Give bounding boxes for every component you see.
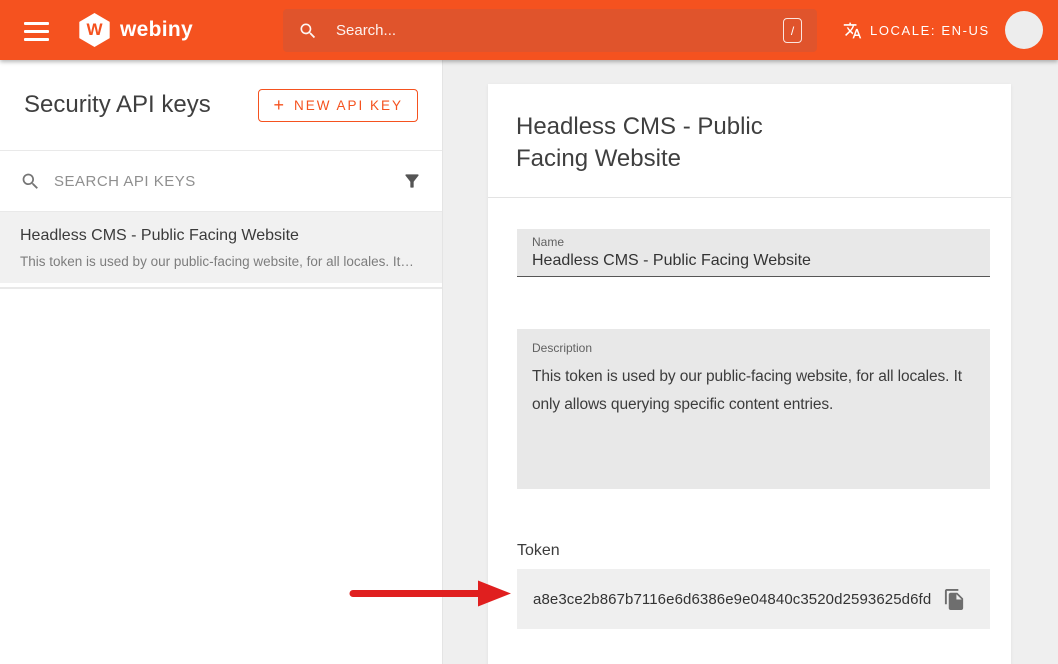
slash-shortcut-badge: / (783, 18, 802, 43)
global-search-input[interactable] (336, 22, 783, 39)
global-search-bar: / (283, 9, 817, 52)
token-box: a8e3ce2b867b7116e6d6386e9e04840c3520d259… (517, 569, 990, 629)
copy-token-button[interactable] (943, 588, 966, 611)
api-key-title: Headless CMS - Public Facing Website (516, 111, 780, 175)
form-card-header: Headless CMS - Public Facing Website (488, 84, 1011, 197)
webiny-logo-text: webiny (120, 18, 193, 42)
api-keys-search-bar (0, 151, 442, 212)
locale-selector[interactable]: LOCALE: EN-US (843, 0, 990, 60)
name-field-label: Name (532, 235, 975, 249)
api-key-detail-panel: Headless CMS - Public Facing Website Nam… (443, 60, 1058, 664)
api-keys-search-input[interactable] (54, 173, 389, 190)
locale-label: LOCALE: EN-US (870, 23, 990, 38)
token-label: Token (517, 541, 990, 561)
list-panel-header: Security API keys + NEW API KEY (0, 60, 442, 151)
api-keys-list-panel: Security API keys + NEW API KEY H (0, 60, 443, 664)
api-key-item-title: Headless CMS - Public Facing Website (20, 227, 422, 245)
webiny-hexagon-icon: W (78, 13, 111, 47)
new-api-key-button[interactable]: + NEW API KEY (258, 89, 418, 122)
hamburger-menu-icon[interactable] (24, 22, 49, 41)
webiny-admin-screen: W webiny / LOCALE: EN-US Security API ke… (0, 0, 1058, 664)
token-value: a8e3ce2b867b7116e6d6386e9e04840c3520d259… (533, 591, 943, 608)
translate-icon (843, 21, 862, 40)
name-field: Name (517, 229, 990, 277)
api-key-list-item[interactable]: Headless CMS - Public Facing Website Thi… (0, 212, 442, 283)
api-key-item-description: This token is used by our public-facing … (20, 254, 422, 269)
filter-button[interactable] (402, 171, 422, 191)
copy-icon (943, 588, 966, 611)
user-avatar[interactable] (1005, 11, 1043, 49)
new-api-key-button-label: NEW API KEY (294, 98, 403, 113)
plus-icon: + (273, 98, 284, 112)
webiny-logo[interactable]: W webiny (78, 13, 193, 47)
card-header-divider (488, 197, 1011, 198)
top-app-bar: W webiny / LOCALE: EN-US (0, 0, 1058, 60)
search-icon (20, 171, 41, 192)
page-title: Security API keys (24, 91, 211, 119)
main-content: Security API keys + NEW API KEY H (0, 60, 1058, 664)
list-item-divider (0, 283, 442, 289)
description-field: Description This token is used by our pu… (517, 329, 990, 489)
api-key-form-card: Headless CMS - Public Facing Website Nam… (488, 84, 1011, 664)
name-input[interactable] (532, 252, 975, 270)
description-field-label: Description (532, 341, 975, 355)
description-input[interactable]: This token is used by our public-facing … (532, 363, 975, 481)
search-icon (298, 21, 318, 41)
filter-funnel-icon (402, 171, 422, 191)
form-card-body: Name Description This token is used by o… (488, 229, 1011, 629)
